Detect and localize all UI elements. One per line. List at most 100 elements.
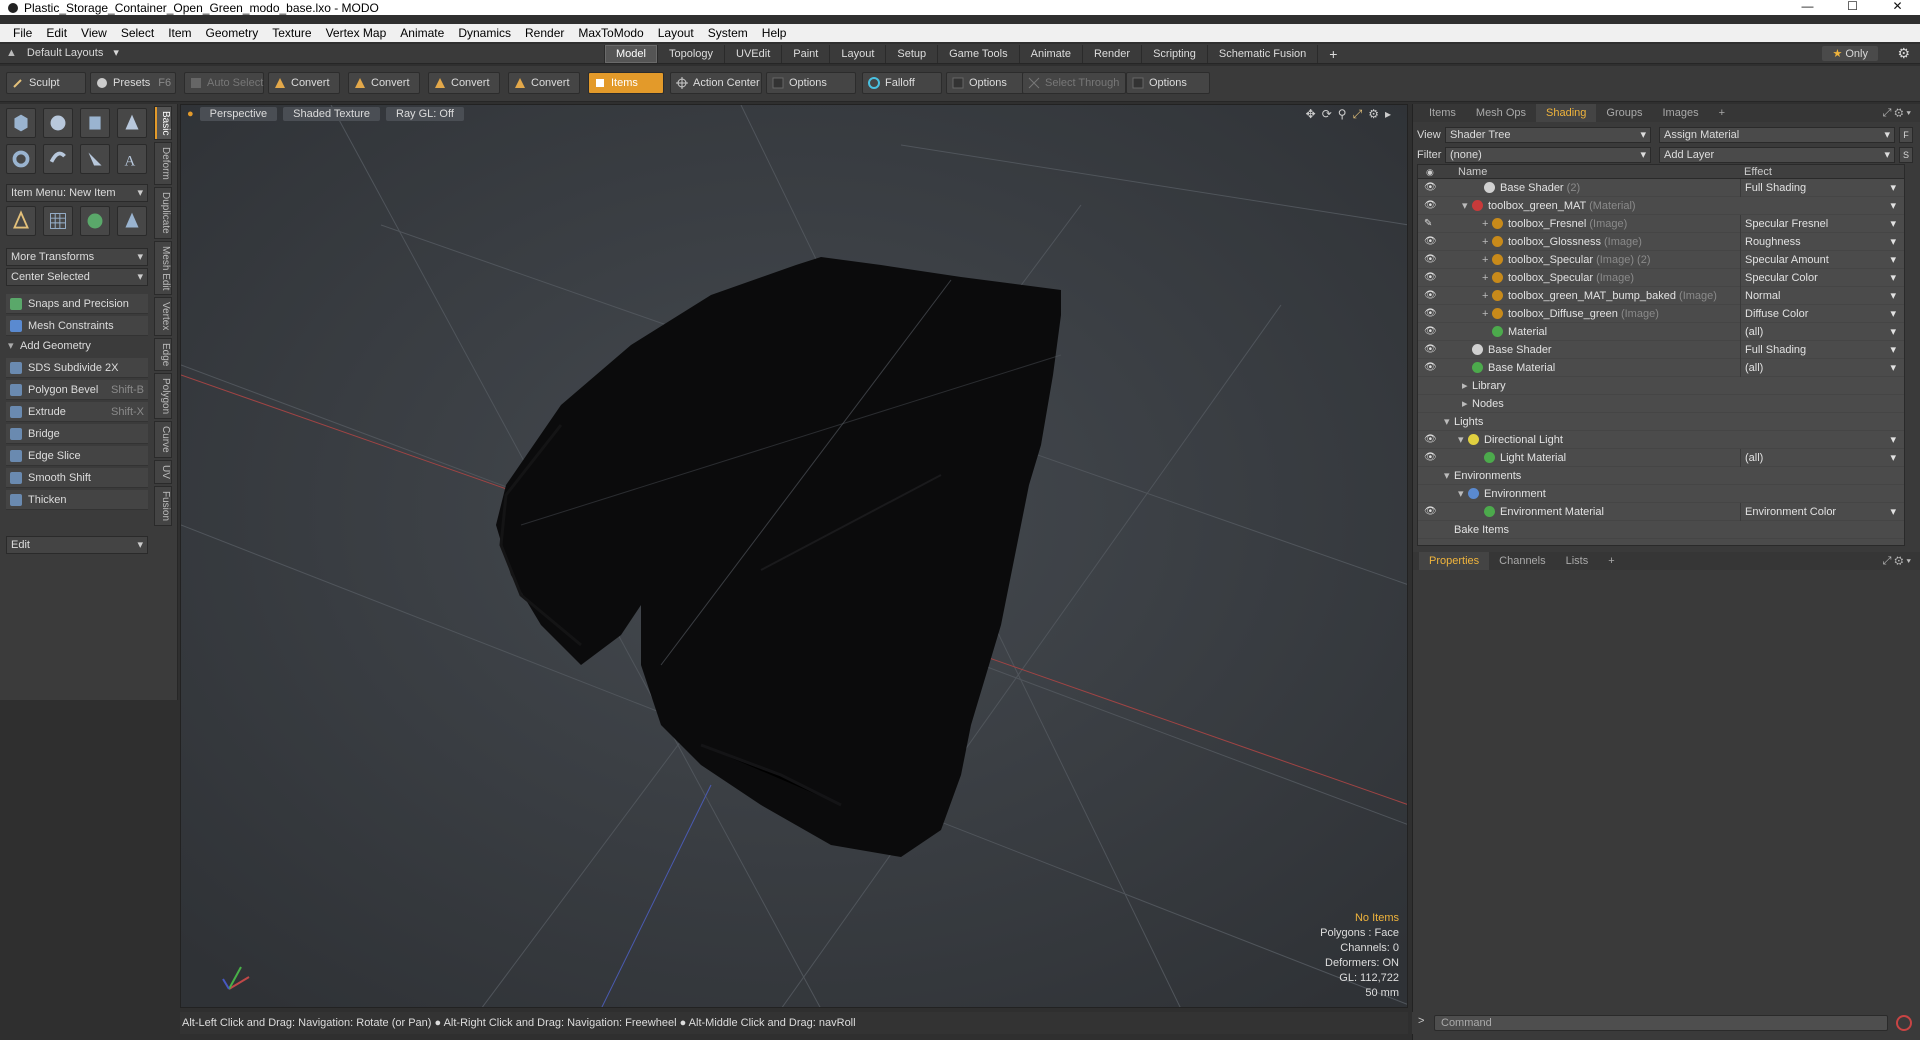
panel-options-icon[interactable]: ⤢ ⚙ ▾	[1883, 555, 1911, 568]
visibility-eye-icon[interactable]: 👁	[1424, 323, 1437, 341]
tab-shading[interactable]: Shading	[1536, 104, 1597, 122]
expand-arrow-icon[interactable]: ▾	[1458, 485, 1468, 503]
shader-tree-row[interactable]: ▾ Lights	[1418, 413, 1904, 431]
add-tab-button[interactable]: +	[1709, 104, 1735, 122]
options-button-2[interactable]: Options	[946, 72, 1026, 94]
shader-tree-row[interactable]: 👁 ▾ toolbox_green_MAT (Material)	[1418, 197, 1904, 215]
convert-edge-button[interactable]: Convert	[348, 72, 420, 94]
menu-maxtomodo[interactable]: MaxToModo	[571, 26, 650, 40]
pen-icon[interactable]	[80, 144, 110, 174]
command-input[interactable]: Command	[1434, 1015, 1888, 1031]
action-center-button[interactable]: Action Center	[670, 72, 762, 94]
expand-plus-icon[interactable]: +	[1482, 287, 1492, 305]
raygl-button[interactable]: Ray GL: Off	[386, 107, 464, 121]
menu-texture[interactable]: Texture	[265, 26, 318, 40]
text-icon[interactable]: A	[117, 144, 147, 174]
fit-icon[interactable]: ⤢	[1353, 107, 1363, 122]
tab-topology[interactable]: Topology	[656, 45, 724, 63]
bridge-button[interactable]: Bridge	[6, 424, 148, 444]
visibility-eye-icon[interactable]: 👁	[1424, 269, 1437, 287]
options-button-3[interactable]: Options	[1126, 72, 1210, 94]
shader-tree-row[interactable]: 👁 Base Material (all)	[1418, 359, 1904, 377]
brush-icon[interactable]: ✎	[1424, 215, 1432, 233]
expand-arrow-icon[interactable]: ▾	[1444, 467, 1454, 485]
s-button[interactable]: S	[1899, 147, 1913, 163]
assign-material-button[interactable]: Assign Material	[1659, 127, 1895, 143]
edge-slice-button[interactable]: Edge Slice	[6, 446, 148, 466]
filter-select[interactable]: (none)	[1445, 147, 1651, 163]
cube-icon[interactable]	[6, 108, 36, 138]
shading-mode-button[interactable]: Shaded Texture	[283, 107, 380, 121]
expand-arrow-icon[interactable]: ▾	[1444, 413, 1454, 431]
shader-tree-row[interactable]: 👁 Light Material (all)	[1418, 449, 1904, 467]
center-selected-dropdown[interactable]: Center Selected	[6, 268, 148, 286]
effect-column-header[interactable]: Effect	[1744, 165, 1772, 179]
mesh-icon[interactable]	[117, 206, 147, 236]
shader-tree-row[interactable]: 👁 + toolbox_Specular (Image) (2) Specular A…	[1418, 251, 1904, 269]
shader-tree-row[interactable]: ▸ Library	[1418, 377, 1904, 395]
vtab-basic[interactable]: Basic	[154, 106, 172, 141]
vtab-curve[interactable]: Curve	[154, 421, 172, 458]
effect-cell[interactable]: Roughness	[1740, 233, 1898, 251]
tab-channels[interactable]: Channels	[1489, 552, 1555, 570]
3d-viewport[interactable]: ● Perspective Shaded Texture Ray GL: Off…	[180, 104, 1408, 1008]
vtab-edge[interactable]: Edge	[154, 337, 172, 372]
add-layer-button[interactable]: Add Layer	[1659, 147, 1895, 163]
effect-cell[interactable]: Environment Color	[1740, 503, 1898, 521]
view-select[interactable]: Shader Tree	[1445, 127, 1651, 143]
menu-file[interactable]: File	[6, 26, 39, 40]
tab-setup[interactable]: Setup	[885, 45, 937, 63]
sphere-icon[interactable]	[43, 108, 73, 138]
menu-render[interactable]: Render	[518, 26, 571, 40]
layout-selector[interactable]: ▲ Default Layouts ▾	[6, 46, 119, 60]
snaps-precision-button[interactable]: Snaps and Precision	[6, 294, 148, 314]
vtab-vertex[interactable]: Vertex	[154, 297, 172, 336]
thicken-button[interactable]: Thicken	[6, 490, 148, 510]
minimize-button[interactable]: —	[1785, 0, 1830, 15]
visibility-eye-icon[interactable]: 👁	[1424, 431, 1437, 449]
more-transforms-dropdown[interactable]: More Transforms	[6, 248, 148, 266]
effect-cell[interactable]: (all)	[1740, 359, 1898, 377]
tab-items[interactable]: Items	[1419, 104, 1466, 122]
grid-icon[interactable]	[43, 206, 73, 236]
effect-cell[interactable]: (all)	[1740, 323, 1898, 341]
rotate-icon[interactable]: ⟳	[1322, 107, 1332, 122]
gear-icon[interactable]: ⚙	[1368, 107, 1379, 122]
locator-icon[interactable]	[6, 206, 36, 236]
expand-plus-icon[interactable]: +	[1482, 233, 1492, 251]
effect-cell[interactable]: (all)	[1740, 449, 1898, 467]
tab-game-tools[interactable]: Game Tools	[937, 45, 1019, 63]
items-mode-button[interactable]: Items	[588, 72, 664, 94]
tab-scripting[interactable]: Scripting	[1141, 45, 1207, 63]
add-geometry-header[interactable]: ▾ Add Geometry	[6, 336, 148, 356]
visibility-eye-icon[interactable]: 👁	[1424, 197, 1437, 215]
vtab-uv[interactable]: UV	[154, 459, 172, 484]
tab-paint[interactable]: Paint	[781, 45, 829, 63]
menu-geometry[interactable]: Geometry	[199, 26, 266, 40]
panel-options-icon[interactable]: ⤢ ⚙ ▾	[1883, 107, 1911, 120]
options-button-1[interactable]: Options	[766, 72, 856, 94]
presets-button[interactable]: Presets F6	[90, 72, 176, 94]
expand-arrow-icon[interactable]: ▸	[1385, 107, 1391, 122]
capsule-icon[interactable]	[43, 144, 73, 174]
tab-mesh-ops[interactable]: Mesh Ops	[1466, 104, 1536, 122]
viewport-menu-dot[interactable]: ●	[187, 108, 194, 120]
menu-system[interactable]: System	[701, 26, 755, 40]
shader-tree-row[interactable]: 👁 + toolbox_Specular (Image) Specular Color	[1418, 269, 1904, 287]
torus-icon[interactable]	[6, 144, 36, 174]
visibility-eye-icon[interactable]: 👁	[1424, 449, 1437, 467]
shader-tree-row[interactable]: Bake Items	[1418, 521, 1904, 539]
tab-layout[interactable]: Layout	[829, 45, 885, 63]
effect-cell[interactable]: Diffuse Color	[1740, 305, 1898, 323]
globe-icon[interactable]	[80, 206, 110, 236]
cylinder-icon[interactable]	[80, 108, 110, 138]
expand-arrow-icon[interactable]: ▾	[1462, 197, 1472, 215]
shader-tree-row[interactable]: 👁 Environment Material Environment Color	[1418, 503, 1904, 521]
shader-tree-row[interactable]: 👁 + toolbox_green_MAT_bump_baked (Image) No…	[1418, 287, 1904, 305]
menu-vertex-map[interactable]: Vertex Map	[319, 26, 394, 40]
gear-icon[interactable]: ⚙	[1897, 45, 1910, 62]
tab-model[interactable]: Model	[604, 45, 657, 63]
visibility-eye-icon[interactable]: 👁	[1424, 233, 1437, 251]
close-button[interactable]: ✕	[1875, 0, 1920, 15]
pan-icon[interactable]: ✥	[1306, 107, 1316, 122]
